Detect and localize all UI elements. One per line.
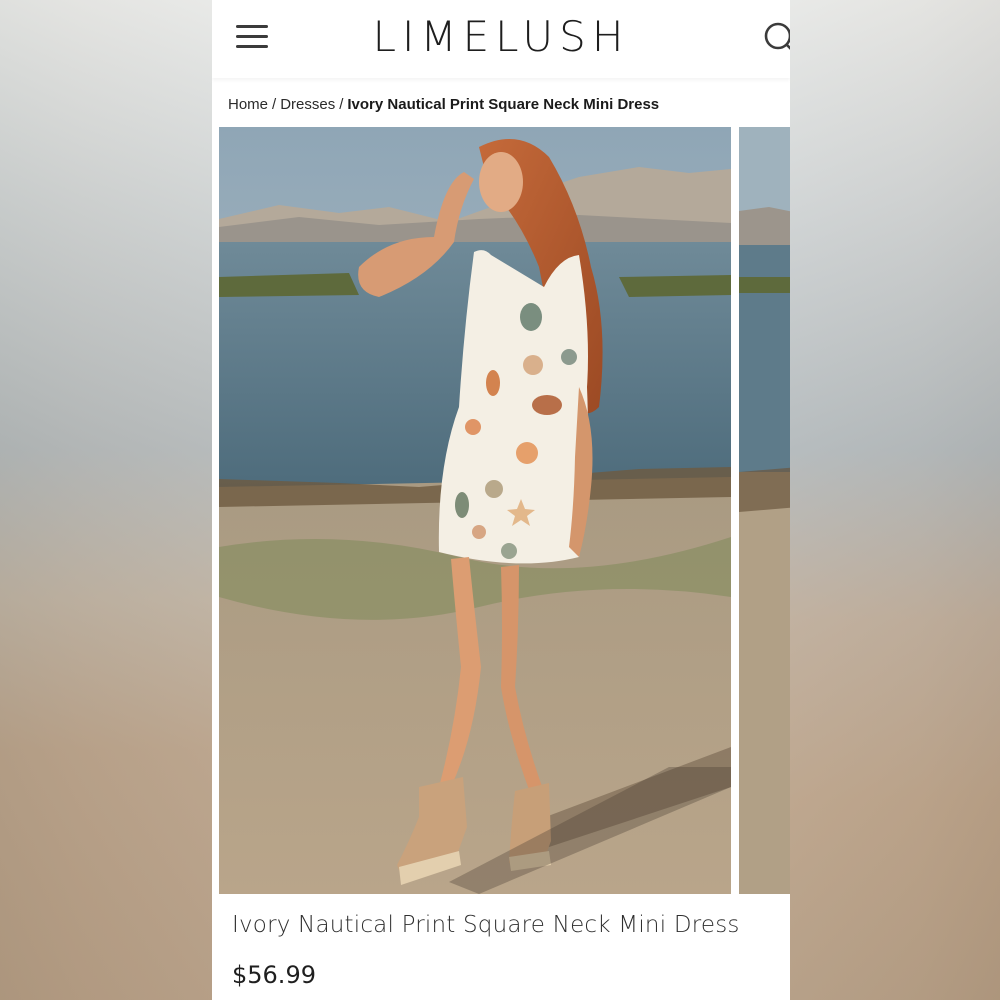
product-photo-illustration [219, 127, 731, 894]
next-photo-illustration [739, 127, 790, 894]
breadcrumb: Home / Dresses / Ivory Nautical Print Square… [228, 96, 659, 113]
mobile-page: LIMELUSH Home / Dresses / Ivory Nautical Pri… [212, 0, 790, 1000]
breadcrumb-current-page: Ivory Nautical Print Square Neck Mini Dr… [347, 96, 660, 113]
product-photo-main[interactable] [219, 127, 731, 894]
product-price: $56.99 [232, 961, 316, 989]
product-title: Ivory Nautical Print Square Neck Mini Dr… [232, 912, 740, 938]
product-image-gallery[interactable] [219, 127, 790, 894]
blurred-backdrop-right [790, 0, 1000, 1000]
brand-logo[interactable]: LIMELUSH [212, 12, 790, 62]
blurred-backdrop-left [0, 0, 212, 1000]
breadcrumb-separator: / [339, 96, 344, 113]
breadcrumb-separator: / [272, 96, 277, 113]
site-header: LIMELUSH [212, 0, 790, 78]
breadcrumb-link-dresses[interactable]: Dresses [280, 96, 335, 113]
search-icon[interactable] [762, 20, 790, 60]
product-photo-next[interactable] [739, 127, 790, 894]
breadcrumb-link-home[interactable]: Home [228, 96, 268, 113]
